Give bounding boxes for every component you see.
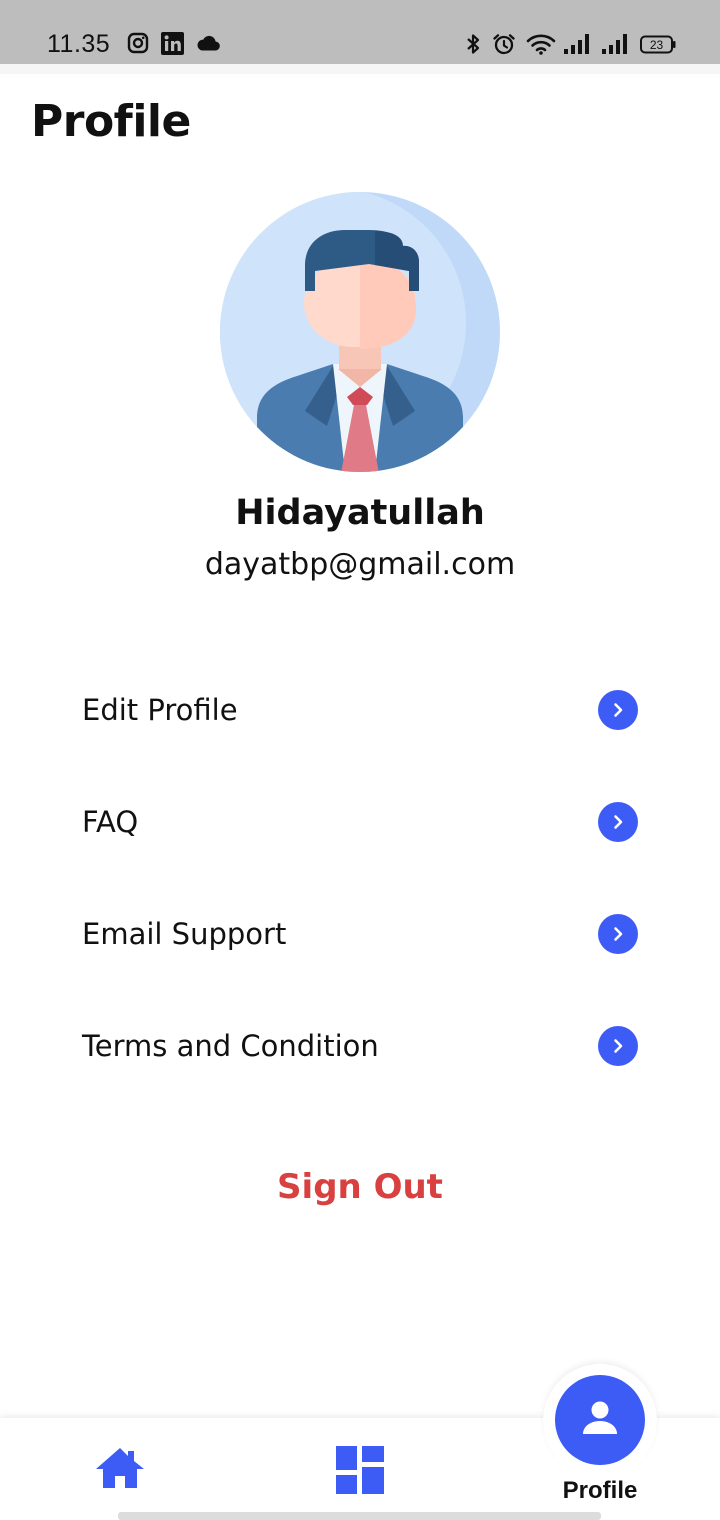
status-time: 11.35 bbox=[47, 30, 111, 58]
page-title: Profile bbox=[31, 96, 191, 147]
alarm-icon bbox=[492, 32, 516, 60]
menu-item-label: Edit Profile bbox=[82, 693, 238, 727]
user-name: Hidayatullah bbox=[235, 493, 485, 533]
nav-profile-button[interactable] bbox=[555, 1375, 645, 1465]
menu-item-email-support[interactable]: Email Support bbox=[82, 904, 638, 964]
wifi-icon bbox=[526, 33, 556, 59]
user-icon bbox=[580, 1398, 620, 1442]
signal-icon bbox=[601, 33, 629, 59]
bluetooth-icon bbox=[465, 33, 481, 59]
dashboard-icon[interactable] bbox=[336, 1446, 384, 1498]
nav-profile-label[interactable]: Profile bbox=[550, 1477, 650, 1505]
status-bar-divider bbox=[0, 64, 720, 74]
home-icon[interactable] bbox=[94, 1446, 146, 1494]
menu-item-label: FAQ bbox=[82, 805, 139, 839]
home-indicator bbox=[118, 1512, 601, 1520]
menu-item-faq[interactable]: FAQ bbox=[82, 792, 638, 852]
chevron-right-icon[interactable] bbox=[598, 802, 638, 842]
sign-out-button[interactable]: Sign Out bbox=[0, 1167, 720, 1207]
status-bar: 11.35 23 bbox=[0, 0, 720, 64]
cloud-icon bbox=[196, 35, 220, 55]
battery-icon: 23 bbox=[640, 35, 676, 58]
linkedin-icon bbox=[161, 32, 184, 59]
battery-level: 23 bbox=[650, 38, 664, 52]
chevron-right-icon[interactable] bbox=[598, 690, 638, 730]
chevron-right-icon[interactable] bbox=[598, 1026, 638, 1066]
menu-item-label: Terms and Condition bbox=[82, 1029, 379, 1063]
signal-icon bbox=[563, 33, 591, 59]
user-email: dayatbp@gmail.com bbox=[204, 547, 516, 582]
menu-item-edit-profile[interactable]: Edit Profile bbox=[82, 680, 638, 740]
instagram-icon bbox=[127, 32, 149, 58]
menu-item-label: Email Support bbox=[82, 917, 287, 951]
menu-item-terms[interactable]: Terms and Condition bbox=[82, 1016, 638, 1076]
chevron-right-icon[interactable] bbox=[598, 914, 638, 954]
avatar[interactable] bbox=[219, 191, 501, 473]
